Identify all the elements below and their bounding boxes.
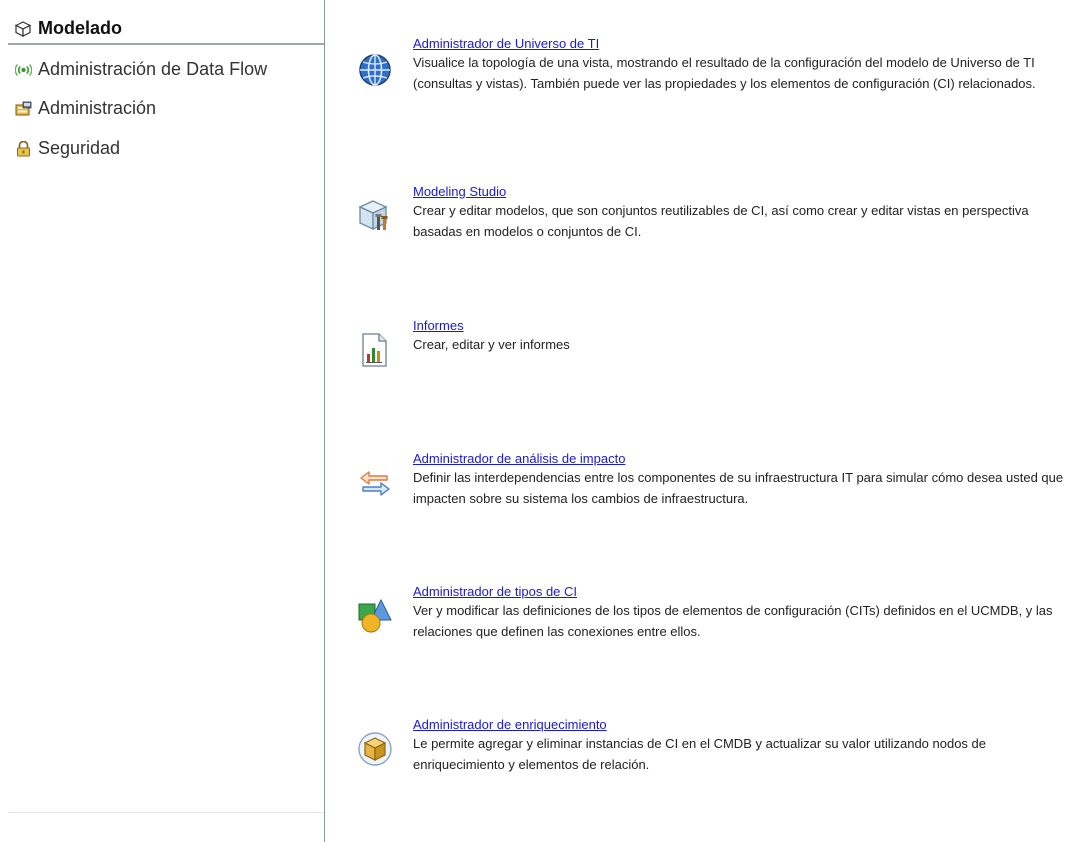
globe-icon (359, 54, 391, 86)
lock-icon (17, 141, 30, 157)
sidebar-header-modelado[interactable]: Modelado (8, 14, 324, 45)
universo-ti-description: Visualice la topología de una vista, mos… (413, 55, 1036, 91)
sidebar-item-data-flow[interactable]: Administración de Data Flow (8, 57, 320, 83)
report-chart-icon (362, 333, 387, 367)
cube-icon (15, 21, 31, 37)
admin-folder-icon (15, 101, 32, 116)
enriquecimiento-link[interactable]: Administrador de enriquecimiento (413, 717, 607, 732)
sidebar-item-label: Administración de Data Flow (38, 59, 268, 79)
broadcast-icon (15, 64, 32, 76)
sidebar: Modelado Administración de Data Flow Adm… (0, 0, 325, 842)
sidebar-item-label: Seguridad (38, 138, 121, 158)
enrichment-box-icon (358, 732, 392, 766)
modeling-studio-description: Crear y editar modelos, que son conjunto… (413, 203, 1029, 239)
sidebar-item-seguridad[interactable]: Seguridad (8, 136, 320, 162)
tipos-ci-description: Ver y modificar las definiciones de los … (413, 603, 1053, 639)
informes-link[interactable]: Informes (413, 318, 464, 333)
sidebar-item-label: Administración (38, 98, 157, 118)
tipos-ci-link[interactable]: Administrador de tipos de CI (413, 584, 577, 599)
shapes-icon (358, 598, 392, 633)
analisis-impacto-link[interactable]: Administrador de análisis de impacto (413, 451, 625, 466)
universo-ti-link[interactable]: Administrador de Universo de TI (413, 36, 599, 51)
panel-divider (324, 0, 325, 842)
modeling-cube-tools-icon (358, 200, 388, 231)
sidebar-bottom-divider (8, 812, 324, 813)
informes-description: Crear, editar y ver informes (413, 337, 570, 352)
enriquecimiento-description: Le permite agregar y eliminar instancias… (413, 736, 987, 772)
sidebar-item-administracion[interactable]: Administración (8, 96, 320, 122)
sidebar-header-label: Modelado (38, 18, 122, 38)
swap-arrows-icon (360, 471, 390, 496)
analisis-impacto-description: Definir las interdependencias entre los … (413, 470, 1064, 506)
modeling-studio-link[interactable]: Modeling Studio (413, 184, 506, 199)
